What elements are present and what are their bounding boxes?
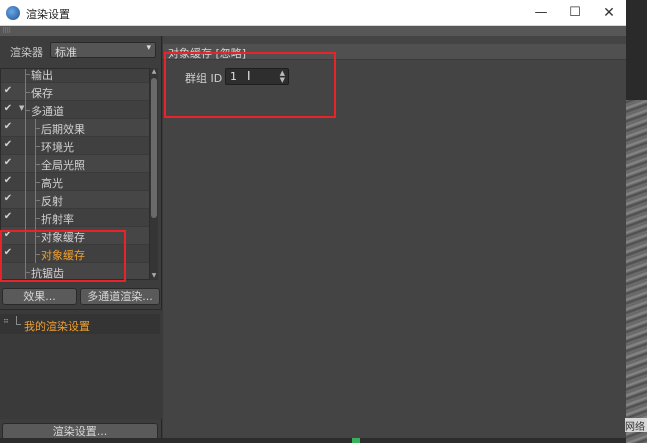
settings-item-name: 我的渲染设置 [24, 320, 90, 333]
tree-guide-line [25, 155, 26, 173]
maximize-button[interactable]: ☐ [558, 0, 592, 26]
settings-list-item[interactable]: ⠶ 我的渲染设置 [0, 314, 160, 334]
window-title: 渲染设置 [26, 8, 70, 21]
checkmark-icon[interactable]: ✔ [3, 193, 13, 204]
tree-guide-line [25, 74, 30, 75]
watermark: 网络 [625, 418, 647, 432]
annotation-box-param [164, 52, 336, 118]
checkmark-icon[interactable]: ✔ [3, 157, 13, 168]
taskbar-indicator [352, 438, 360, 443]
checkmark-icon[interactable]: ✔ [3, 85, 13, 96]
checkmark-icon[interactable]: ✔ [3, 103, 13, 114]
tree-guide-line [35, 218, 40, 219]
tree-connector [16, 316, 21, 325]
tree-guide-line [25, 110, 30, 111]
grip-icon[interactable]: ⠿⠿ [2, 27, 11, 35]
tree-item[interactable]: 输出 [1, 69, 149, 83]
annotation-box-tree [0, 230, 126, 282]
background-dark-area [626, 0, 647, 100]
tree-guide-line [25, 191, 26, 209]
scroll-thumb[interactable] [151, 78, 157, 218]
tree-item[interactable]: ✔ 保存 [1, 83, 149, 101]
menu-strip: ⠿⠿ [0, 26, 626, 36]
tree-item[interactable]: ✔ 反射 [1, 191, 149, 209]
tree-item[interactable]: ✔ 后期效果 [1, 119, 149, 137]
tree-guide-line [25, 137, 26, 155]
expand-arrow-icon[interactable]: ▼ [19, 104, 24, 112]
tree-guide-line [35, 182, 40, 183]
renderer-select[interactable]: 标准 ▾ [50, 42, 156, 59]
checkmark-icon[interactable]: ✔ [3, 175, 13, 186]
tree-item-label: 高光 [41, 177, 63, 190]
tree-scrollbar[interactable]: ▲ ▼ [150, 68, 158, 280]
tree-item[interactable]: ✔ 环境光 [1, 137, 149, 155]
scroll-down-icon[interactable]: ▼ [150, 272, 158, 280]
tree-guide-line [25, 173, 26, 191]
tree-guide-line [35, 164, 40, 165]
tree-item[interactable]: ✔ ▼ 多通道 [1, 101, 149, 119]
checkmark-icon[interactable]: ✔ [3, 139, 13, 150]
app-icon [6, 6, 20, 20]
tree-guide-line [25, 92, 30, 93]
minimize-button[interactable]: — [524, 0, 558, 26]
tree-item[interactable]: ✔ 全局光照 [1, 155, 149, 173]
renderer-value: 标准 [55, 46, 77, 59]
multipass-render-button[interactable]: 多通道渲染... [80, 288, 160, 305]
checkmark-icon[interactable]: ✔ [3, 211, 13, 222]
renderer-row: 渲染器 标准 ▾ [0, 41, 162, 59]
drag-handle-icon[interactable]: ⠶ [3, 316, 9, 325]
tree-guide-line [35, 128, 40, 129]
tree-item-label: 多通道 [31, 105, 64, 118]
checkmark-icon[interactable]: ✔ [3, 121, 13, 132]
tree-item-label: 环境光 [41, 141, 74, 154]
window-titlebar[interactable]: 渲染设置 — ☐ ✕ [0, 0, 626, 26]
effect-button[interactable]: 效果... [2, 288, 77, 305]
tree-item-label: 输出 [31, 69, 53, 82]
chevron-down-icon: ▾ [146, 43, 151, 53]
tree-guide-line [25, 69, 26, 83]
scroll-up-icon[interactable]: ▲ [150, 68, 158, 76]
tree-item-label: 后期效果 [41, 123, 85, 136]
renderer-label: 渲染器 [10, 46, 43, 59]
tree-item[interactable]: ✔ 折射率 [1, 209, 149, 227]
tree-guide-line [35, 200, 40, 201]
tree-guide-line [35, 146, 40, 147]
close-button[interactable]: ✕ [592, 0, 626, 26]
tree-item-label: 反射 [41, 195, 63, 208]
tree-item-label: 全局光照 [41, 159, 85, 172]
render-settings-list: ⠶ 我的渲染设置 [0, 309, 162, 419]
tree-guide-line [25, 119, 26, 137]
tree-item[interactable]: ✔ 高光 [1, 173, 149, 191]
tree-item-label: 保存 [31, 87, 53, 100]
taskbar-edge [0, 438, 626, 443]
tree-guide-line [25, 209, 26, 227]
tree-item-label: 折射率 [41, 213, 74, 226]
